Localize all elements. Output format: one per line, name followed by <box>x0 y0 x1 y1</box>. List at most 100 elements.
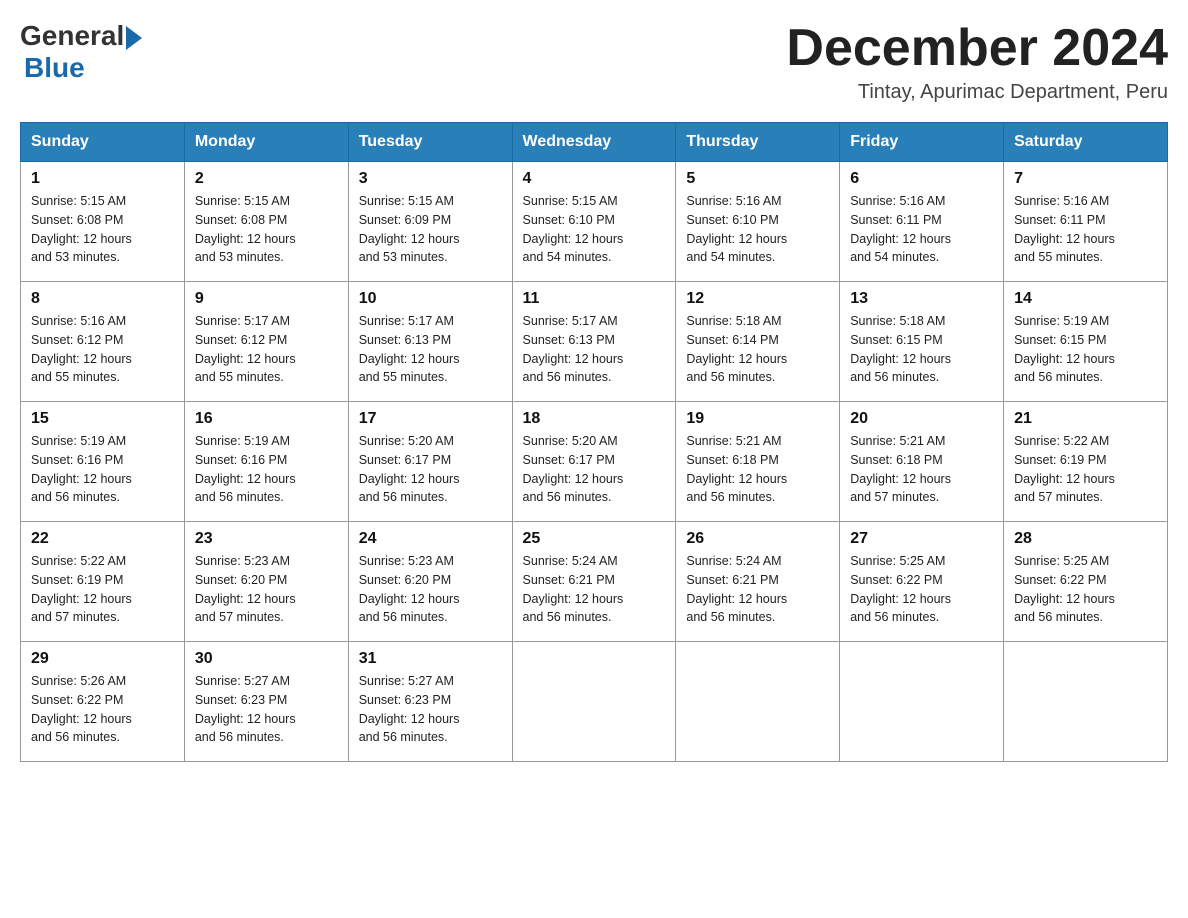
calendar-cell: 1 Sunrise: 5:15 AM Sunset: 6:08 PM Dayli… <box>21 162 185 282</box>
day-number: 17 <box>359 410 502 428</box>
day-number: 26 <box>686 530 829 548</box>
day-info: Sunrise: 5:20 AM Sunset: 6:17 PM Dayligh… <box>359 432 502 507</box>
day-number: 8 <box>31 290 174 308</box>
day-info: Sunrise: 5:24 AM Sunset: 6:21 PM Dayligh… <box>686 552 829 627</box>
day-info: Sunrise: 5:15 AM Sunset: 6:09 PM Dayligh… <box>359 192 502 267</box>
calendar-cell: 5 Sunrise: 5:16 AM Sunset: 6:10 PM Dayli… <box>676 162 840 282</box>
calendar-cell: 13 Sunrise: 5:18 AM Sunset: 6:15 PM Dayl… <box>840 282 1004 402</box>
day-info: Sunrise: 5:23 AM Sunset: 6:20 PM Dayligh… <box>195 552 338 627</box>
day-info: Sunrise: 5:25 AM Sunset: 6:22 PM Dayligh… <box>1014 552 1157 627</box>
day-number: 19 <box>686 410 829 428</box>
day-number: 18 <box>523 410 666 428</box>
logo-general: General <box>20 20 124 52</box>
calendar-table: SundayMondayTuesdayWednesdayThursdayFrid… <box>20 122 1168 762</box>
calendar-cell: 18 Sunrise: 5:20 AM Sunset: 6:17 PM Dayl… <box>512 402 676 522</box>
calendar-cell: 22 Sunrise: 5:22 AM Sunset: 6:19 PM Dayl… <box>21 522 185 642</box>
calendar-cell: 12 Sunrise: 5:18 AM Sunset: 6:14 PM Dayl… <box>676 282 840 402</box>
day-number: 13 <box>850 290 993 308</box>
calendar-cell: 19 Sunrise: 5:21 AM Sunset: 6:18 PM Dayl… <box>676 402 840 522</box>
calendar-cell: 15 Sunrise: 5:19 AM Sunset: 6:16 PM Dayl… <box>21 402 185 522</box>
day-info: Sunrise: 5:16 AM Sunset: 6:11 PM Dayligh… <box>850 192 993 267</box>
header-friday: Friday <box>840 123 1004 162</box>
calendar-cell: 17 Sunrise: 5:20 AM Sunset: 6:17 PM Dayl… <box>348 402 512 522</box>
day-number: 1 <box>31 170 174 188</box>
calendar-cell: 31 Sunrise: 5:27 AM Sunset: 6:23 PM Dayl… <box>348 642 512 762</box>
day-number: 28 <box>1014 530 1157 548</box>
day-info: Sunrise: 5:22 AM Sunset: 6:19 PM Dayligh… <box>31 552 174 627</box>
day-number: 25 <box>523 530 666 548</box>
day-number: 4 <box>523 170 666 188</box>
calendar-cell: 24 Sunrise: 5:23 AM Sunset: 6:20 PM Dayl… <box>348 522 512 642</box>
day-number: 3 <box>359 170 502 188</box>
day-number: 16 <box>195 410 338 428</box>
calendar-cell: 9 Sunrise: 5:17 AM Sunset: 6:12 PM Dayli… <box>184 282 348 402</box>
calendar-cell: 4 Sunrise: 5:15 AM Sunset: 6:10 PM Dayli… <box>512 162 676 282</box>
calendar-cell <box>1004 642 1168 762</box>
header-sunday: Sunday <box>21 123 185 162</box>
day-info: Sunrise: 5:27 AM Sunset: 6:23 PM Dayligh… <box>195 672 338 747</box>
calendar-cell: 11 Sunrise: 5:17 AM Sunset: 6:13 PM Dayl… <box>512 282 676 402</box>
day-number: 30 <box>195 650 338 668</box>
day-number: 2 <box>195 170 338 188</box>
day-info: Sunrise: 5:16 AM Sunset: 6:12 PM Dayligh… <box>31 312 174 387</box>
calendar-cell: 21 Sunrise: 5:22 AM Sunset: 6:19 PM Dayl… <box>1004 402 1168 522</box>
day-number: 31 <box>359 650 502 668</box>
day-info: Sunrise: 5:18 AM Sunset: 6:15 PM Dayligh… <box>850 312 993 387</box>
location-subtitle: Tintay, Apurimac Department, Peru <box>786 81 1168 104</box>
week-row-3: 15 Sunrise: 5:19 AM Sunset: 6:16 PM Dayl… <box>21 402 1168 522</box>
calendar-cell: 28 Sunrise: 5:25 AM Sunset: 6:22 PM Dayl… <box>1004 522 1168 642</box>
day-number: 11 <box>523 290 666 308</box>
calendar-cell: 2 Sunrise: 5:15 AM Sunset: 6:08 PM Dayli… <box>184 162 348 282</box>
day-number: 9 <box>195 290 338 308</box>
day-info: Sunrise: 5:16 AM Sunset: 6:11 PM Dayligh… <box>1014 192 1157 267</box>
calendar-cell: 25 Sunrise: 5:24 AM Sunset: 6:21 PM Dayl… <box>512 522 676 642</box>
day-number: 7 <box>1014 170 1157 188</box>
header-thursday: Thursday <box>676 123 840 162</box>
header-saturday: Saturday <box>1004 123 1168 162</box>
calendar-cell: 10 Sunrise: 5:17 AM Sunset: 6:13 PM Dayl… <box>348 282 512 402</box>
day-number: 29 <box>31 650 174 668</box>
header-monday: Monday <box>184 123 348 162</box>
calendar-cell: 20 Sunrise: 5:21 AM Sunset: 6:18 PM Dayl… <box>840 402 1004 522</box>
calendar-cell: 14 Sunrise: 5:19 AM Sunset: 6:15 PM Dayl… <box>1004 282 1168 402</box>
day-info: Sunrise: 5:15 AM Sunset: 6:08 PM Dayligh… <box>195 192 338 267</box>
calendar-cell: 30 Sunrise: 5:27 AM Sunset: 6:23 PM Dayl… <box>184 642 348 762</box>
day-number: 23 <box>195 530 338 548</box>
day-info: Sunrise: 5:27 AM Sunset: 6:23 PM Dayligh… <box>359 672 502 747</box>
day-number: 14 <box>1014 290 1157 308</box>
calendar-cell: 8 Sunrise: 5:16 AM Sunset: 6:12 PM Dayli… <box>21 282 185 402</box>
day-info: Sunrise: 5:18 AM Sunset: 6:14 PM Dayligh… <box>686 312 829 387</box>
week-row-2: 8 Sunrise: 5:16 AM Sunset: 6:12 PM Dayli… <box>21 282 1168 402</box>
calendar-cell: 3 Sunrise: 5:15 AM Sunset: 6:09 PM Dayli… <box>348 162 512 282</box>
day-info: Sunrise: 5:15 AM Sunset: 6:08 PM Dayligh… <box>31 192 174 267</box>
day-info: Sunrise: 5:16 AM Sunset: 6:10 PM Dayligh… <box>686 192 829 267</box>
calendar-body: 1 Sunrise: 5:15 AM Sunset: 6:08 PM Dayli… <box>21 162 1168 762</box>
day-number: 24 <box>359 530 502 548</box>
day-info: Sunrise: 5:19 AM Sunset: 6:16 PM Dayligh… <box>195 432 338 507</box>
calendar-cell: 6 Sunrise: 5:16 AM Sunset: 6:11 PM Dayli… <box>840 162 1004 282</box>
calendar-cell: 7 Sunrise: 5:16 AM Sunset: 6:11 PM Dayli… <box>1004 162 1168 282</box>
calendar-cell <box>840 642 1004 762</box>
header-tuesday: Tuesday <box>348 123 512 162</box>
week-row-5: 29 Sunrise: 5:26 AM Sunset: 6:22 PM Dayl… <box>21 642 1168 762</box>
day-info: Sunrise: 5:17 AM Sunset: 6:13 PM Dayligh… <box>359 312 502 387</box>
calendar-cell <box>512 642 676 762</box>
header-wednesday: Wednesday <box>512 123 676 162</box>
logo-arrow-icon <box>126 26 142 50</box>
logo-blue: Blue <box>24 52 85 84</box>
calendar-cell: 16 Sunrise: 5:19 AM Sunset: 6:16 PM Dayl… <box>184 402 348 522</box>
title-block: December 2024 Tintay, Apurimac Departmen… <box>786 20 1168 104</box>
calendar-cell: 27 Sunrise: 5:25 AM Sunset: 6:22 PM Dayl… <box>840 522 1004 642</box>
week-row-1: 1 Sunrise: 5:15 AM Sunset: 6:08 PM Dayli… <box>21 162 1168 282</box>
day-info: Sunrise: 5:25 AM Sunset: 6:22 PM Dayligh… <box>850 552 993 627</box>
calendar-cell <box>676 642 840 762</box>
day-number: 6 <box>850 170 993 188</box>
day-info: Sunrise: 5:21 AM Sunset: 6:18 PM Dayligh… <box>850 432 993 507</box>
day-number: 15 <box>31 410 174 428</box>
day-number: 22 <box>31 530 174 548</box>
day-info: Sunrise: 5:19 AM Sunset: 6:15 PM Dayligh… <box>1014 312 1157 387</box>
day-number: 10 <box>359 290 502 308</box>
day-info: Sunrise: 5:23 AM Sunset: 6:20 PM Dayligh… <box>359 552 502 627</box>
day-info: Sunrise: 5:21 AM Sunset: 6:18 PM Dayligh… <box>686 432 829 507</box>
day-number: 12 <box>686 290 829 308</box>
